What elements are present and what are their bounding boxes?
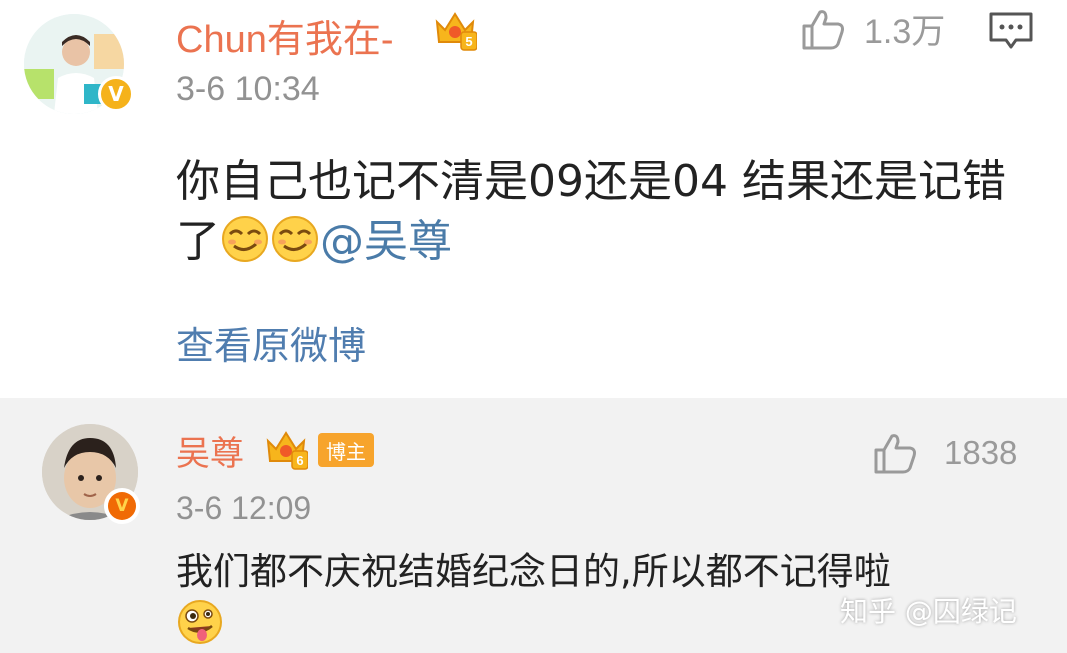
crown-level-icon: 5 xyxy=(433,8,478,56)
verified-v-icon: V xyxy=(98,76,134,112)
blogger-badge: 博主 xyxy=(318,433,374,467)
like-button[interactable]: 1838 xyxy=(872,430,1017,476)
watermark: 知乎 @囚绿记 xyxy=(840,595,1017,628)
like-icon xyxy=(874,434,916,474)
like-count: 1838 xyxy=(944,434,1018,471)
svg-text:6: 6 xyxy=(296,453,303,468)
comment-item: V 吴尊 6 博主 3-6 12:09 1838 我们都不庆祝结婚纪念日的,所以… xyxy=(0,398,1067,653)
verified-v-icon: V xyxy=(104,488,140,524)
comment-reply-icon[interactable] xyxy=(988,11,1034,55)
crown-level-icon: 6 xyxy=(264,427,309,475)
smirk-emoji xyxy=(270,214,320,280)
crazy-face-emoji xyxy=(176,598,224,653)
like-count: 1.3万 xyxy=(864,13,946,51)
smirk-emoji xyxy=(220,214,270,280)
view-original-link[interactable]: 查看原微博 xyxy=(176,315,366,370)
svg-text:5: 5 xyxy=(465,34,472,49)
comment-body: 我们都不庆祝结婚纪念日的,所以都不记得啦 xyxy=(176,550,891,593)
comment-time: 3-6 12:09 xyxy=(176,490,312,526)
comment-text: 你自己也记不清是09还是04 结果还是记错了 @吴尊 xyxy=(176,152,1036,280)
comment-time: 3-6 10:34 xyxy=(176,70,320,108)
username[interactable]: 吴尊 xyxy=(176,426,244,475)
comment-item: V Chun有我在- 5 3-6 10:34 1.3万 你自己也记不清是09还是… xyxy=(0,0,1067,398)
like-icon xyxy=(802,9,844,49)
username[interactable]: Chun有我在- xyxy=(176,8,394,63)
mention-link[interactable]: @吴尊 xyxy=(320,216,452,267)
like-button[interactable]: 1.3万 xyxy=(800,4,945,53)
